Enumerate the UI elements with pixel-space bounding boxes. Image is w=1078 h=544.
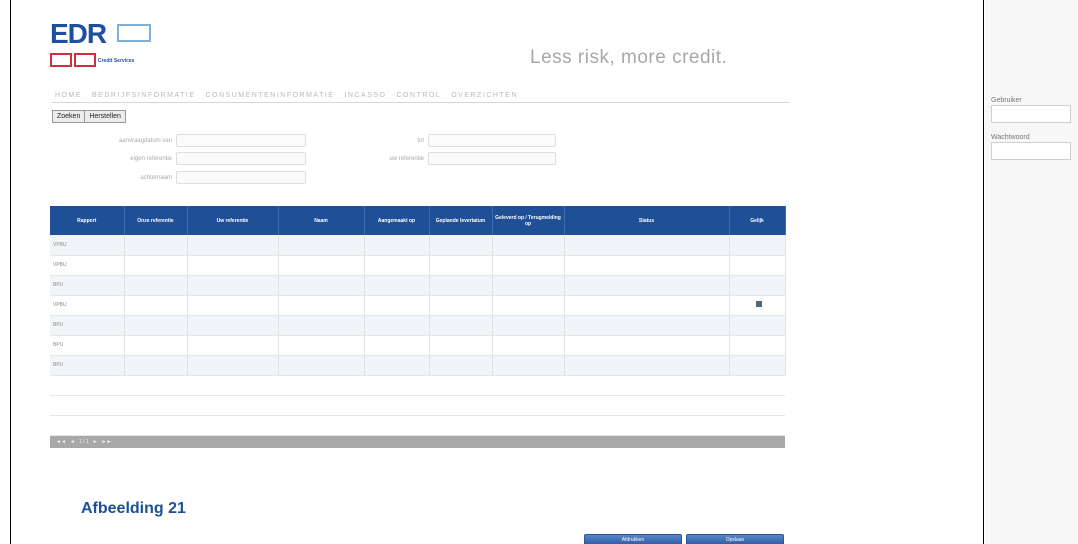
nav-item-control[interactable]: CONTROL [396, 92, 441, 99]
column-header-planned-date[interactable]: Geplande levertatum [429, 206, 493, 235]
filter-label-surname: achternaam [140, 175, 172, 181]
empty-row [50, 395, 785, 416]
table-row[interactable]: BPU [50, 275, 786, 296]
column-header-our-reference[interactable]: Onze referentie [124, 206, 188, 235]
pager-first-button[interactable]: ◄◄ [56, 439, 66, 445]
table-row[interactable]: VPBU [50, 295, 786, 316]
cell-report: BPU [50, 335, 125, 356]
right-panel-input-1[interactable] [991, 105, 1071, 123]
empty-row [50, 415, 785, 436]
reset-button[interactable]: Herstellen [85, 111, 125, 122]
column-header-your-reference[interactable]: Uw referentie [187, 206, 279, 235]
logo-square-red-1 [50, 53, 72, 67]
filter-input-request-date[interactable] [176, 134, 306, 147]
reports-table: Rapport Onze referentie Uw referentie Na… [50, 206, 786, 436]
nav-divider [52, 102, 790, 103]
nav-item-incasso[interactable]: INCASSO [344, 92, 386, 99]
nav-item-overzichten[interactable]: OVERZICHTEN [451, 92, 518, 99]
figure-caption: Afbeelding 21 [81, 500, 186, 517]
pager-prev-button[interactable]: ◄ [70, 439, 75, 445]
right-panel-label-2: Wachtwoord [991, 134, 1030, 141]
bottom-buttons: Afdrukken Opslaan [584, 534, 784, 544]
cell-report: BPU [50, 355, 125, 376]
logo-square-blue [117, 24, 151, 42]
logo-square-red-2 [74, 53, 96, 67]
table-row[interactable]: BPU [50, 315, 786, 336]
column-header-name[interactable]: Naam [278, 206, 365, 235]
column-header-delivered[interactable]: Geleverd op / Terugmelding op [492, 206, 565, 235]
nav-item-home[interactable]: HOME [55, 92, 82, 99]
pager-next-button[interactable]: ► [93, 439, 98, 445]
filter-label-to: tot [417, 138, 424, 144]
filter-label-own-reference: eigen referentie [130, 156, 172, 162]
tagline: Less risk, more credit. [530, 47, 728, 68]
table-header-row: Rapport Onze referentie Uw referentie Na… [50, 206, 786, 235]
cell-report: VPBU [50, 295, 125, 316]
table-row[interactable]: VPBU [50, 255, 786, 276]
table-pager: ◄◄ ◄ 1 / 1 ► ►► [50, 435, 785, 448]
table-row[interactable]: BPU [50, 355, 786, 376]
filter-input-own-reference[interactable] [176, 152, 306, 165]
right-panel-label-1: Gebruiker [991, 97, 1022, 104]
logo-subtitle: Credit Services [98, 58, 135, 64]
filter-label-request-date: aanvraagdatum van [118, 138, 172, 144]
logo-text: EDR [50, 18, 107, 49]
filter-input-surname[interactable] [176, 171, 306, 184]
column-header-status[interactable]: Status [564, 206, 730, 235]
cell-report: BPU [50, 275, 125, 296]
cell-report: BPU [50, 315, 125, 336]
search-button[interactable]: Zoeken [53, 111, 86, 122]
column-header-created[interactable]: Aangemaakt op [364, 206, 430, 235]
reports-grid: Rapport Onze referentie Uw referentie Na… [50, 206, 786, 448]
column-header-view[interactable]: Gelijk [729, 206, 786, 235]
save-button[interactable]: Opslaan [686, 534, 784, 544]
cell-report: VPBU [50, 235, 125, 256]
pager-page-indicator: 1 / 1 [78, 438, 89, 445]
filter-label-your-reference: uw referentie [389, 156, 424, 162]
edr-logo: EDR Credit Services [50, 20, 170, 70]
filter-input-to[interactable] [428, 134, 556, 147]
main-nav: HOME BEDRIJFSINFORMATIE CONSUMENTENINFOR… [55, 92, 518, 99]
cell-report: VPBU [50, 255, 125, 276]
right-panel: Gebruiker Wachtwoord [985, 0, 1078, 544]
filter-buttons: Zoeken Herstellen [52, 110, 126, 123]
nav-item-bedrijfsinformatie[interactable]: BEDRIJFSINFORMATIE [92, 92, 195, 99]
table-row[interactable]: BPU [50, 335, 786, 356]
pager-last-button[interactable]: ►► [102, 439, 112, 445]
pdf-document-icon[interactable] [755, 301, 762, 307]
filter-input-your-reference[interactable] [428, 152, 556, 165]
column-header-report[interactable]: Rapport [50, 206, 125, 235]
print-button[interactable]: Afdrukken [584, 534, 682, 544]
empty-row [50, 375, 785, 396]
right-panel-input-2[interactable] [991, 142, 1071, 160]
table-row[interactable]: VPBU [50, 235, 786, 256]
nav-item-consumenteninformatie[interactable]: CONSUMENTENINFORMATIE [205, 92, 334, 99]
